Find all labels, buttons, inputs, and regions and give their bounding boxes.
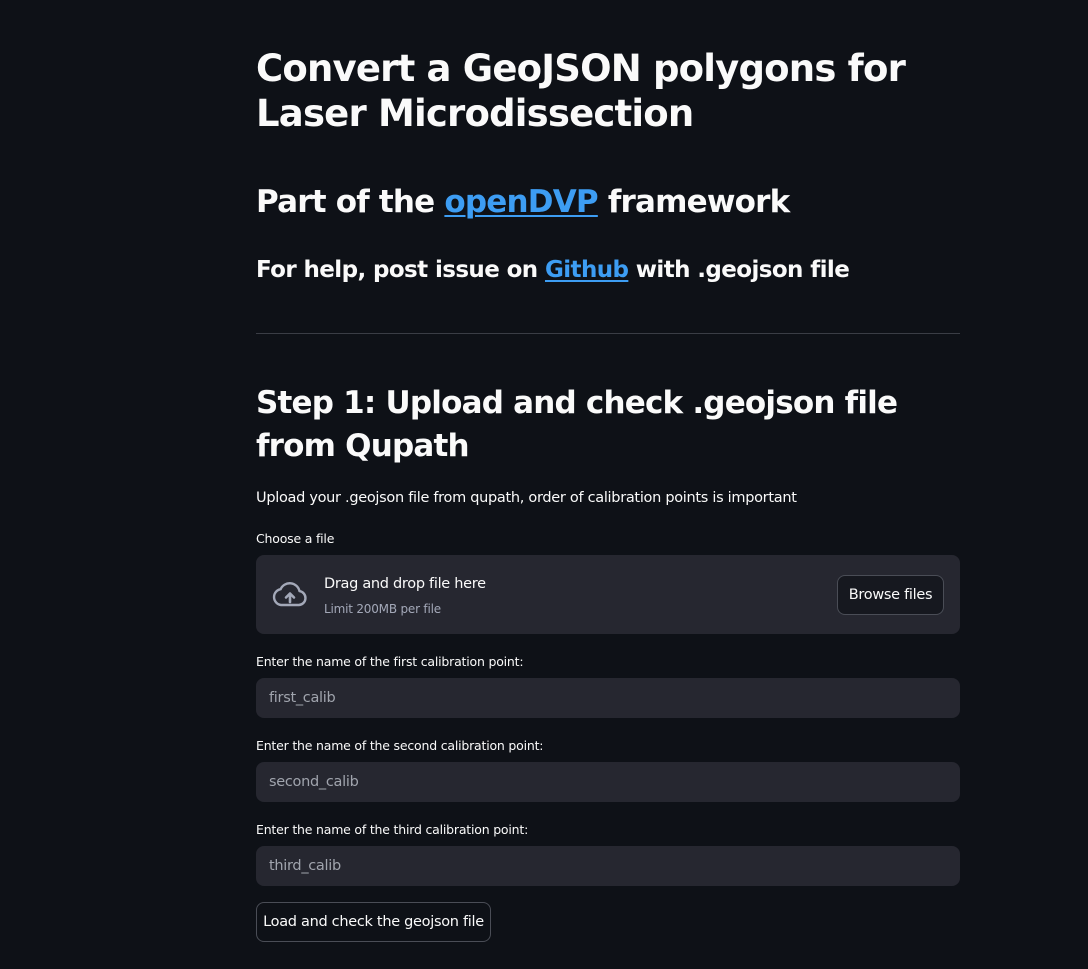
calib2-label: Enter the name of the second calibration… (256, 738, 544, 753)
calib1-label: Enter the name of the first calibration … (256, 654, 524, 669)
help-text: For help, post issue on Github with .geo… (256, 253, 850, 287)
step1-description: Upload your .geojson file from qupath, o… (256, 490, 797, 506)
divider (256, 333, 960, 334)
subtitle-prefix: Part of the (256, 184, 445, 220)
second-calib-input[interactable] (256, 762, 960, 802)
file-dropzone[interactable]: Drag and drop file here Limit 200MB per … (256, 555, 960, 634)
dropzone-instructions: Drag and drop file here (324, 576, 486, 592)
help-suffix: with .geojson file (628, 257, 850, 283)
page-subtitle: Part of the openDVP framework (256, 181, 790, 223)
browse-files-button[interactable]: Browse files (837, 575, 944, 615)
load-geojson-button[interactable]: Load and check the geojson file (256, 902, 491, 942)
help-prefix: For help, post issue on (256, 257, 545, 283)
github-link[interactable]: Github (545, 257, 629, 283)
dropzone-limit: Limit 200MB per file (324, 602, 441, 616)
file-uploader-label: Choose a file (256, 531, 335, 546)
subtitle-suffix: framework (597, 184, 790, 220)
third-calib-input[interactable] (256, 846, 960, 886)
page-title: Convert a GeoJSON polygons for Laser Mic… (256, 47, 906, 135)
step1-heading: Step 1: Upload and check .geojson file f… (256, 385, 898, 464)
opendvp-link[interactable]: openDVP (444, 184, 598, 220)
calib3-label: Enter the name of the third calibration … (256, 822, 529, 837)
first-calib-input[interactable] (256, 678, 960, 718)
cloud-upload-icon (272, 582, 307, 607)
